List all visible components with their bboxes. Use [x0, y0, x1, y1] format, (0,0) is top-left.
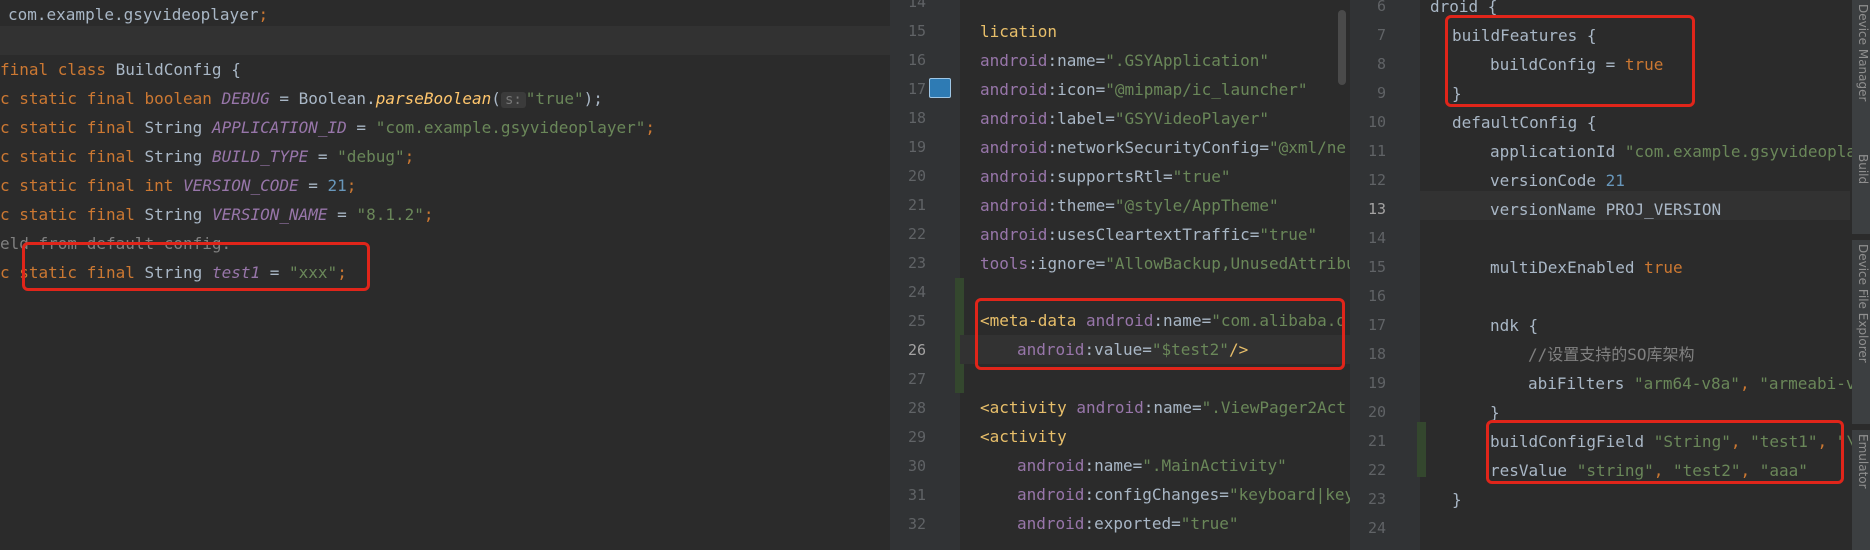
defaultconfig-close: }: [1452, 490, 1462, 509]
buildconfig-editor-pane[interactable]: com.example.gsyvideoplayer; final class …: [0, 0, 890, 550]
line-number[interactable]: 14: [1350, 224, 1386, 253]
line-number[interactable]: 17: [1350, 311, 1386, 340]
highlight-box-meta-data: [975, 298, 1345, 370]
abi-comment: //设置支持的SO库架构: [1528, 345, 1695, 364]
launcher-icon[interactable]: [929, 78, 951, 98]
line-number[interactable]: 24: [890, 278, 926, 307]
activity-attr-line[interactable]: android:configChanges="keyboard|key: [1017, 480, 1350, 509]
application-tag-tail[interactable]: lication: [980, 17, 1057, 46]
line-number[interactable]: 18: [1350, 340, 1386, 369]
manifest-attr-line[interactable]: android:supportsRtl="true": [980, 162, 1230, 191]
line-number[interactable]: 15: [1350, 253, 1386, 282]
line-number[interactable]: 30: [890, 452, 926, 481]
line-number[interactable]: 19: [1350, 369, 1386, 398]
line-number[interactable]: 13: [1350, 195, 1386, 224]
highlight-box-test1-field: [22, 242, 370, 291]
field-debug-line[interactable]: c static final boolean DEBUG = Boolean.p…: [0, 84, 603, 113]
line-number[interactable]: 31: [890, 481, 926, 510]
line-number[interactable]: 6: [1350, 0, 1386, 21]
line-number[interactable]: 27: [890, 365, 926, 394]
line-number[interactable]: 26: [890, 336, 926, 365]
manifest-attr-line[interactable]: android:usesCleartextTraffic="true": [980, 220, 1317, 249]
side-tab-build[interactable]: Build: [1852, 150, 1870, 234]
current-line-highlight: [0, 26, 890, 55]
multidex-line[interactable]: multiDexEnabled true: [1490, 253, 1683, 282]
gradle-editor-pane[interactable]: 6 7 8 9 10 11 12 13 14 15 16 17 18 19 20 21 22 23 24 droid…: [1350, 0, 1870, 550]
line-number[interactable]: 12: [1350, 166, 1386, 195]
highlight-box-buildfeatures: [1445, 15, 1695, 107]
field-version-name-line[interactable]: c static final String VERSION_NAME = "8.…: [0, 200, 434, 229]
package-name: com.example.gsyvideoplayer: [8, 5, 259, 24]
line-number[interactable]: 14: [890, 0, 926, 17]
side-tab-device-file-explorer[interactable]: Device File Explorer: [1852, 240, 1870, 424]
manifest-attr-line[interactable]: android:name=".GSYApplication": [980, 46, 1269, 75]
manifest-attr-line[interactable]: android:networkSecurityConfig="@xml/ne: [980, 133, 1346, 162]
line-number[interactable]: 22: [1350, 456, 1386, 485]
applicationid-line[interactable]: applicationId "com.example.gsyvideoplay: [1490, 137, 1866, 166]
manifest-attr-line[interactable]: android:theme="@style/AppTheme": [980, 191, 1279, 220]
activity-attr-line[interactable]: android:name=".MainActivity": [1017, 451, 1287, 480]
line-number[interactable]: 18: [890, 104, 926, 133]
line-number[interactable]: 16: [1350, 282, 1386, 311]
activity-main-tag[interactable]: <activity: [980, 422, 1067, 451]
defaultconfig-line[interactable]: defaultConfig {: [1452, 108, 1597, 137]
line-number[interactable]: 21: [890, 191, 926, 220]
line-number[interactable]: 25: [890, 307, 926, 336]
line-number[interactable]: 15: [890, 17, 926, 46]
manifest-editor-pane[interactable]: 14 15 16 17 18 19 20 21 22 23 24 25 26 27 28 29 30 31 32 l…: [890, 0, 1350, 550]
manifest-attr-line[interactable]: android:label="GSYVideoPlayer": [980, 104, 1269, 133]
manifest-scrollbar[interactable]: [1338, 10, 1346, 85]
line-number[interactable]: 22: [890, 220, 926, 249]
line-number[interactable]: 19: [890, 133, 926, 162]
line-number[interactable]: 20: [1350, 398, 1386, 427]
line-number[interactable]: 21: [1350, 427, 1386, 456]
param-hint: s:: [500, 92, 526, 108]
side-tab-emulator[interactable]: Emulator: [1852, 430, 1870, 550]
line-number[interactable]: 20: [890, 162, 926, 191]
line-number[interactable]: 10: [1350, 108, 1386, 137]
versionname-line[interactable]: versionName PROJ_VERSION: [1490, 195, 1721, 224]
line-number[interactable]: 28: [890, 394, 926, 423]
line-number[interactable]: 23: [1350, 485, 1386, 514]
line-number[interactable]: 7: [1350, 21, 1386, 50]
activity-viewpager-line[interactable]: <activity android:name=".ViewPager2Act: [980, 393, 1346, 422]
abifilters-line[interactable]: abiFilters "arm64-v8a", "armeabi-v7: [1528, 369, 1865, 398]
field-build-type-line[interactable]: c static final String BUILD_TYPE = "debu…: [0, 142, 414, 171]
class-decl-line[interactable]: final class BuildConfig {: [0, 55, 241, 84]
field-version-code-line[interactable]: c static final int VERSION_CODE = 21;: [0, 171, 356, 200]
line-number[interactable]: 24: [1350, 514, 1386, 543]
line-number[interactable]: 8: [1350, 50, 1386, 79]
change-marker: [1417, 422, 1426, 477]
package-line[interactable]: com.example.gsyvideoplayer;: [8, 0, 268, 29]
line-number[interactable]: 17: [890, 75, 926, 104]
ndk-line[interactable]: ndk {: [1490, 311, 1538, 340]
line-number[interactable]: 23: [890, 249, 926, 278]
line-number[interactable]: 32: [890, 510, 926, 539]
field-application-id-line[interactable]: c static final String APPLICATION_ID = "…: [0, 113, 655, 142]
line-number[interactable]: 9: [1350, 79, 1386, 108]
versioncode-line[interactable]: versionCode 21: [1490, 166, 1625, 195]
side-tab-device-manager[interactable]: Device Manager: [1852, 0, 1870, 154]
manifest-attr-line[interactable]: android:icon="@mipmap/ic_launcher": [980, 75, 1308, 104]
highlight-box-buildconfigfield-resvalue: [1486, 420, 1844, 484]
activity-attr-line[interactable]: android:exported="true": [1017, 509, 1239, 538]
line-number[interactable]: 29: [890, 423, 926, 452]
line-number[interactable]: 11: [1350, 137, 1386, 166]
manifest-attr-line[interactable]: tools:ignore="AllowBackup,UnusedAttribu: [980, 249, 1350, 278]
line-number[interactable]: 16: [890, 46, 926, 75]
